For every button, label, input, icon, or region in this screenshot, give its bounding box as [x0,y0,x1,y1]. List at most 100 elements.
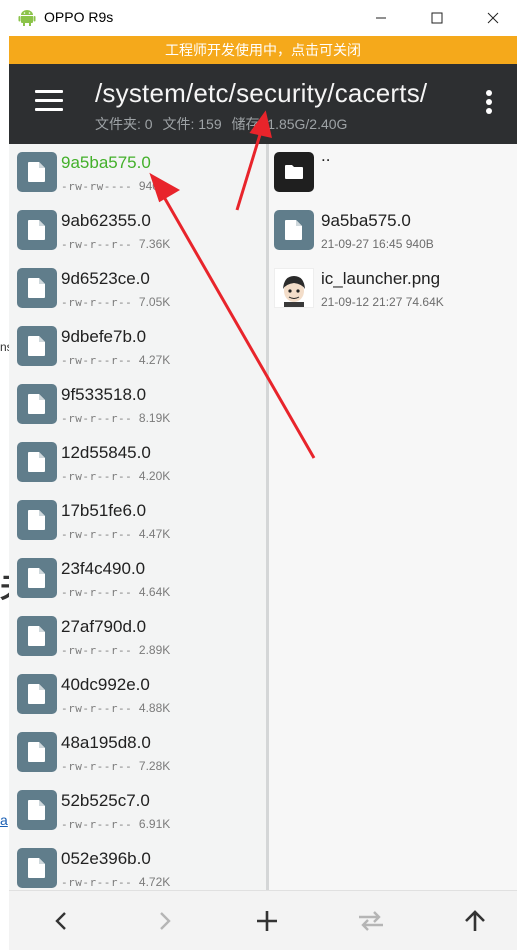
file-meta: -rw-rw---- 940B [61,179,167,193]
file-icon [17,384,57,424]
list-item[interactable]: 48a195d8.0 -rw-r--r-- 7.28K [9,724,266,782]
minimize-icon [376,17,386,19]
file-name: 23f4c490.0 [61,559,146,578]
file-permissions: -rw-r--r-- [61,354,133,367]
file-permissions: -rw-r--r-- [61,528,133,541]
list-item[interactable]: 9ab62355.0 -rw-r--r-- 7.36K [9,202,266,260]
file-size: 7.05K [138,295,171,309]
file-permissions: -rw-r--r-- [61,818,133,831]
file-name: 17b51fe6.0 [61,501,147,520]
file-permissions: -rw-r--r-- [61,702,133,715]
file-meta: -rw-r--r-- 4.47K [61,527,170,541]
folder-count: 文件夹: 0 [95,116,153,132]
back-button[interactable] [41,901,81,941]
file-meta: -rw-r--r-- 7.05K [61,295,170,309]
file-meta: -rw-r--r-- 4.20K [61,469,170,483]
file-size: 4.88K [138,701,171,715]
file-size: 940B [138,179,167,193]
list-item[interactable]: 17b51fe6.0 -rw-r--r-- 4.47K [9,492,266,550]
chevron-left-icon [55,912,66,930]
file-size: 7.28K [138,759,171,773]
file-icon [17,616,57,656]
parent-directory-row[interactable]: .. [269,144,517,202]
file-icon [17,152,57,192]
window-title: OPPO R9s [44,9,114,25]
list-item[interactable]: 40dc992e.0 -rw-r--r-- 4.88K [9,666,266,724]
file-meta: -rw-r--r-- 7.28K [61,759,170,773]
file-icon [17,268,57,308]
list-item[interactable]: 052e396b.0 -rw-r--r-- 4.72K [9,840,266,890]
file-meta: -rw-r--r-- 8.19K [61,411,170,425]
add-button[interactable] [247,901,287,941]
file-permissions: -rw-r--r-- [61,470,133,483]
file-icon [17,500,57,540]
swap-panes-button[interactable] [351,901,391,941]
file-icon [17,674,57,714]
current-path: /system/etc/security/cacerts/ [95,78,428,108]
file-meta: -rw-r--r-- 2.89K [61,643,170,657]
maximize-icon [431,12,443,24]
file-icon [274,210,314,250]
file-permissions: -rw-r--r-- [61,586,133,599]
app-toolbar: /system/etc/security/cacerts/ 文件夹: 0 文件:… [9,64,517,144]
file-size: 4.47K [138,527,171,541]
list-item[interactable]: 9f533518.0 -rw-r--r-- 8.19K [9,376,266,434]
more-options-icon[interactable] [486,90,492,114]
file-name: 9a5ba575.0 [61,153,151,172]
developer-mode-banner[interactable]: 工程师开发使用中，点击可关闭 [9,36,517,64]
file-permissions: -rw-r--r-- [61,412,133,425]
forward-button[interactable] [145,901,185,941]
file-meta: -rw-r--r-- 4.27K [61,353,170,367]
file-permissions: -rw-r--r-- [61,760,133,773]
list-item[interactable]: 9a5ba575.0 -rw-rw---- 940B [9,144,266,202]
file-permissions: -rw-r--r-- [61,876,133,889]
file-permissions: -rw-rw---- [61,180,133,193]
left-file-pane[interactable]: 9a5ba575.0 -rw-rw---- 940B 9ab62355.0 -rw-r… [9,144,266,890]
file-name: 52b525c7.0 [61,791,150,810]
storage-usage: 储存: 1.85G/2.40G [231,116,348,132]
file-size: 4.20K [138,469,171,483]
file-meta: 21-09-12 21:27 74.64K [321,295,444,309]
image-thumbnail [274,268,314,308]
list-item[interactable]: 9a5ba575.0 21-09-27 16:45 940B [269,202,517,260]
swap-icon [359,911,383,931]
file-permissions: -rw-r--r-- [61,296,133,309]
file-size: 2.89K [138,643,171,657]
file-count: 文件: 159 [162,116,222,132]
file-icon [17,210,57,250]
directory-stats: 文件夹: 0 文件: 159 储存: 1.85G/2.40G [95,114,353,134]
file-meta: -rw-r--r-- 4.88K [61,701,170,715]
file-meta: -rw-r--r-- 6.91K [61,817,170,831]
file-icon [17,790,57,830]
minimize-button[interactable] [358,0,404,36]
file-name: 48a195d8.0 [61,733,151,752]
file-meta: -rw-r--r-- 4.64K [61,585,170,599]
list-item[interactable]: 9dbefe7b.0 -rw-r--r-- 4.27K [9,318,266,376]
file-meta: 21-09-27 16:45 940B [321,237,434,251]
plus-icon [257,911,277,931]
list-item[interactable]: ic_launcher.png 21-09-12 21:27 74.64K [269,260,517,318]
list-item[interactable]: 52b525c7.0 -rw-r--r-- 6.91K [9,782,266,840]
hamburger-menu-icon[interactable] [35,90,63,112]
list-item[interactable]: 23f4c490.0 -rw-r--r-- 4.64K [9,550,266,608]
file-size: 4.64K [138,585,171,599]
file-size: 4.27K [138,353,171,367]
chevron-right-icon [160,912,171,930]
file-name: 9f533518.0 [61,385,147,404]
list-item[interactable]: 27af790d.0 -rw-r--r-- 2.89K [9,608,266,666]
file-icon [17,732,57,772]
background-fragment: a [0,812,8,828]
file-permissions: -rw-r--r-- [61,238,133,251]
close-button[interactable] [470,0,516,36]
up-directory-button[interactable] [455,901,495,941]
list-item[interactable]: 9d6523ce.0 -rw-r--r-- 7.05K [9,260,266,318]
file-icon [17,442,57,482]
android-icon [18,10,36,26]
file-meta: -rw-r--r-- 4.72K [61,875,170,889]
desktop-background: ns 夫 a [0,36,30,950]
file-name: 9dbefe7b.0 [61,327,147,346]
right-file-pane[interactable]: .. 9a5ba575.0 21-09-27 16:45 940B ic_lau… [269,144,517,890]
file-size: 6.91K [138,817,171,831]
list-item[interactable]: 12d55845.0 -rw-r--r-- 4.20K [9,434,266,492]
maximize-button[interactable] [414,0,460,36]
